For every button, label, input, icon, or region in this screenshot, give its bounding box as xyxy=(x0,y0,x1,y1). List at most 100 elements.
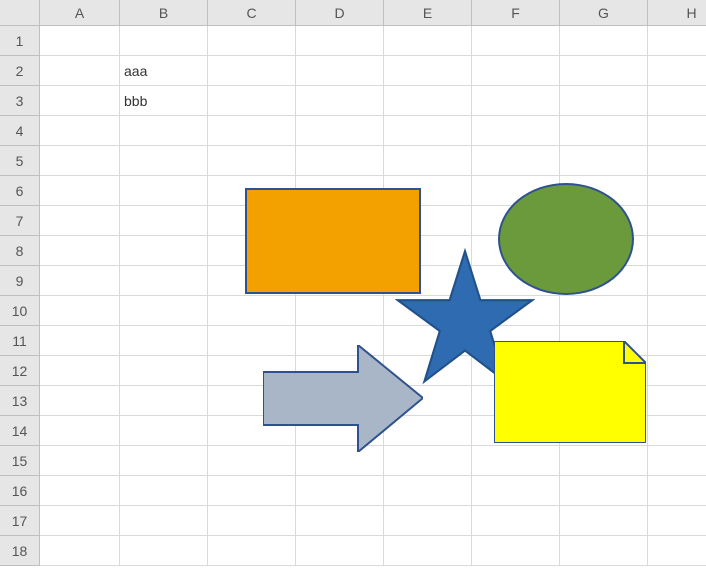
cell-B8[interactable] xyxy=(120,236,208,266)
cell-F17[interactable] xyxy=(472,506,560,536)
cell-H13[interactable] xyxy=(648,386,706,416)
row-header-18[interactable]: 18 xyxy=(0,536,40,566)
cell-H9[interactable] xyxy=(648,266,706,296)
column-header-A[interactable]: A xyxy=(40,0,120,26)
cell-A5[interactable] xyxy=(40,146,120,176)
cell-B2[interactable]: aaa xyxy=(120,56,208,86)
column-header-C[interactable]: C xyxy=(208,0,296,26)
folded-corner-shape[interactable] xyxy=(494,341,646,443)
cell-G1[interactable] xyxy=(560,26,648,56)
cell-C17[interactable] xyxy=(208,506,296,536)
cell-A15[interactable] xyxy=(40,446,120,476)
cell-D3[interactable] xyxy=(296,86,384,116)
cell-A17[interactable] xyxy=(40,506,120,536)
cell-A13[interactable] xyxy=(40,386,120,416)
cell-G5[interactable] xyxy=(560,146,648,176)
row-header-16[interactable]: 16 xyxy=(0,476,40,506)
cell-A1[interactable] xyxy=(40,26,120,56)
cell-F5[interactable] xyxy=(472,146,560,176)
cell-D5[interactable] xyxy=(296,146,384,176)
cell-D16[interactable] xyxy=(296,476,384,506)
select-all-corner[interactable] xyxy=(0,0,40,26)
cell-B7[interactable] xyxy=(120,206,208,236)
cell-C4[interactable] xyxy=(208,116,296,146)
cell-E17[interactable] xyxy=(384,506,472,536)
cell-A7[interactable] xyxy=(40,206,120,236)
column-header-D[interactable]: D xyxy=(296,0,384,26)
row-header-8[interactable]: 8 xyxy=(0,236,40,266)
cell-H7[interactable] xyxy=(648,206,706,236)
cell-A16[interactable] xyxy=(40,476,120,506)
cell-H15[interactable] xyxy=(648,446,706,476)
cell-C3[interactable] xyxy=(208,86,296,116)
row-header-5[interactable]: 5 xyxy=(0,146,40,176)
row-header-10[interactable]: 10 xyxy=(0,296,40,326)
cell-F2[interactable] xyxy=(472,56,560,86)
cell-B4[interactable] xyxy=(120,116,208,146)
cell-A18[interactable] xyxy=(40,536,120,566)
cell-G10[interactable] xyxy=(560,296,648,326)
cell-F3[interactable] xyxy=(472,86,560,116)
cell-H4[interactable] xyxy=(648,116,706,146)
cell-B18[interactable] xyxy=(120,536,208,566)
right-arrow-shape[interactable] xyxy=(263,345,423,452)
cell-B5[interactable] xyxy=(120,146,208,176)
cell-B10[interactable] xyxy=(120,296,208,326)
cell-F18[interactable] xyxy=(472,536,560,566)
cell-E18[interactable] xyxy=(384,536,472,566)
cell-A2[interactable] xyxy=(40,56,120,86)
cell-H17[interactable] xyxy=(648,506,706,536)
row-header-14[interactable]: 14 xyxy=(0,416,40,446)
cell-A9[interactable] xyxy=(40,266,120,296)
cell-G4[interactable] xyxy=(560,116,648,146)
cell-A10[interactable] xyxy=(40,296,120,326)
row-header-2[interactable]: 2 xyxy=(0,56,40,86)
cell-D2[interactable] xyxy=(296,56,384,86)
cell-B14[interactable] xyxy=(120,416,208,446)
cell-H14[interactable] xyxy=(648,416,706,446)
cell-A6[interactable] xyxy=(40,176,120,206)
cell-H6[interactable] xyxy=(648,176,706,206)
cell-D4[interactable] xyxy=(296,116,384,146)
cell-F1[interactable] xyxy=(472,26,560,56)
cell-H12[interactable] xyxy=(648,356,706,386)
cell-F4[interactable] xyxy=(472,116,560,146)
cell-H10[interactable] xyxy=(648,296,706,326)
row-header-15[interactable]: 15 xyxy=(0,446,40,476)
cell-G3[interactable] xyxy=(560,86,648,116)
cell-G17[interactable] xyxy=(560,506,648,536)
cell-B17[interactable] xyxy=(120,506,208,536)
cell-H16[interactable] xyxy=(648,476,706,506)
cell-C1[interactable] xyxy=(208,26,296,56)
cell-G18[interactable] xyxy=(560,536,648,566)
cell-B16[interactable] xyxy=(120,476,208,506)
cell-H8[interactable] xyxy=(648,236,706,266)
cell-D1[interactable] xyxy=(296,26,384,56)
cell-A8[interactable] xyxy=(40,236,120,266)
row-header-12[interactable]: 12 xyxy=(0,356,40,386)
cell-H11[interactable] xyxy=(648,326,706,356)
cell-B11[interactable] xyxy=(120,326,208,356)
cell-E16[interactable] xyxy=(384,476,472,506)
cell-H1[interactable] xyxy=(648,26,706,56)
cell-H3[interactable] xyxy=(648,86,706,116)
cell-C5[interactable] xyxy=(208,146,296,176)
row-header-4[interactable]: 4 xyxy=(0,116,40,146)
cell-E3[interactable] xyxy=(384,86,472,116)
cell-B13[interactable] xyxy=(120,386,208,416)
cell-A12[interactable] xyxy=(40,356,120,386)
cell-B12[interactable] xyxy=(120,356,208,386)
cell-C2[interactable] xyxy=(208,56,296,86)
cell-G15[interactable] xyxy=(560,446,648,476)
cell-E5[interactable] xyxy=(384,146,472,176)
row-header-6[interactable]: 6 xyxy=(0,176,40,206)
cell-B1[interactable] xyxy=(120,26,208,56)
cell-H18[interactable] xyxy=(648,536,706,566)
cell-A11[interactable] xyxy=(40,326,120,356)
column-header-H[interactable]: H xyxy=(648,0,706,26)
row-header-1[interactable]: 1 xyxy=(0,26,40,56)
row-header-13[interactable]: 13 xyxy=(0,386,40,416)
cell-H2[interactable] xyxy=(648,56,706,86)
column-header-F[interactable]: F xyxy=(472,0,560,26)
row-header-11[interactable]: 11 xyxy=(0,326,40,356)
